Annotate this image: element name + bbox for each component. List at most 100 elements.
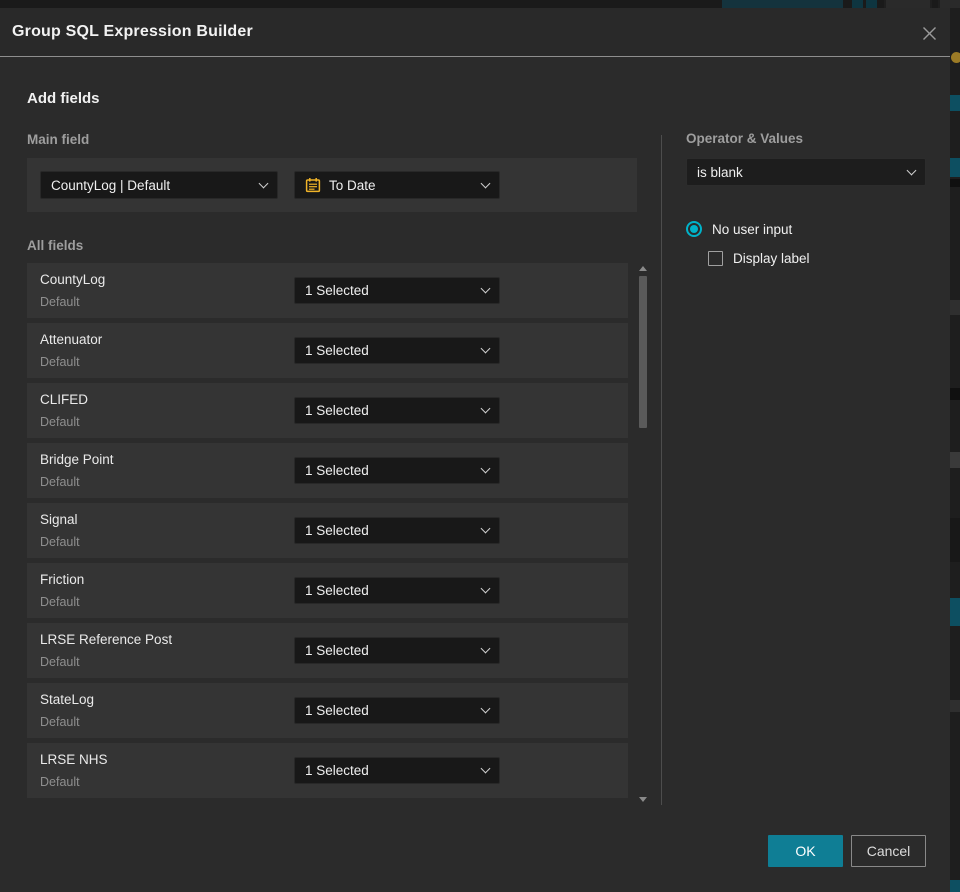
field-row: StateLog Default 1 Selected: [27, 683, 628, 738]
selected-count-label: 1 Selected: [305, 583, 369, 598]
selected-count-label: 1 Selected: [305, 763, 369, 778]
field-sublabel: Default: [40, 775, 80, 789]
calendar-icon: [305, 178, 321, 193]
chevron-down-icon: [480, 583, 491, 594]
column-divider: [661, 135, 662, 805]
field-sublabel: Default: [40, 655, 80, 669]
display-label-checkbox[interactable]: [708, 251, 723, 266]
background-fragment: [950, 179, 960, 187]
background-fragment: [950, 700, 960, 712]
field-selected-dropdown[interactable]: 1 Selected: [294, 457, 500, 484]
field-selected-dropdown[interactable]: 1 Selected: [294, 337, 500, 364]
dialog-title: Group SQL Expression Builder: [12, 23, 253, 40]
field-name: Signal: [40, 512, 78, 527]
field-row: CountyLog Default 1 Selected: [27, 263, 628, 318]
field-name: Bridge Point: [40, 452, 114, 467]
no-user-input-option[interactable]: No user input: [686, 221, 792, 237]
chevron-down-icon: [480, 463, 491, 474]
chevron-down-icon: [480, 343, 491, 354]
selected-count-label: 1 Selected: [305, 283, 369, 298]
field-name: CLIFED: [40, 392, 89, 407]
selected-count-label: 1 Selected: [305, 703, 369, 718]
field-row: Attenuator Default 1 Selected: [27, 323, 628, 378]
no-user-input-label: No user input: [712, 221, 793, 237]
scrollbar-thumb[interactable]: [639, 276, 647, 428]
operator-select[interactable]: is blank: [686, 158, 926, 186]
background-fragment: [950, 388, 960, 400]
field-name: Attenuator: [40, 332, 103, 347]
no-user-input-radio[interactable]: [686, 221, 702, 237]
live-view-label: Live view: [753, 0, 802, 1]
operator-values-label: Operator & Values: [686, 131, 804, 146]
background-fragment: [938, 0, 960, 8]
background-fragment: [866, 0, 877, 8]
field-sublabel: Default: [40, 715, 80, 729]
background-fragment: [884, 0, 932, 8]
field-sublabel: Default: [40, 595, 80, 609]
field-sublabel: Default: [40, 295, 80, 309]
main-field-panel: CountyLog | Default To Date: [27, 158, 637, 212]
field-name: LRSE NHS: [40, 752, 108, 767]
field-name: CountyLog: [40, 272, 106, 287]
field-sublabel: Default: [40, 475, 80, 489]
field-row: Friction Default 1 Selected: [27, 563, 628, 618]
background-fragment: [852, 0, 863, 8]
selected-count-label: 1 Selected: [305, 643, 369, 658]
chevron-down-icon: [906, 165, 917, 175]
field-row: CLIFED Default 1 Selected: [27, 383, 628, 438]
field-sublabel: Default: [40, 355, 80, 369]
field-selected-dropdown[interactable]: 1 Selected: [294, 637, 500, 664]
all-fields-label: All fields: [27, 238, 84, 253]
field-selected-dropdown[interactable]: 1 Selected: [294, 697, 500, 724]
main-field-value-select-value: To Date: [329, 177, 376, 193]
chevron-down-icon: [480, 523, 491, 534]
close-button[interactable]: [914, 18, 944, 48]
display-label-text: Display label: [733, 251, 810, 266]
chevron-down-icon: [480, 178, 491, 188]
display-label-option[interactable]: Display label: [708, 251, 810, 266]
close-icon: [922, 26, 936, 40]
field-name: LRSE Reference Post: [40, 632, 173, 647]
background-badge-dot: [951, 52, 960, 63]
all-fields-list: CountyLog Default 1 Selected Attenuator …: [27, 263, 628, 798]
field-row: Signal Default 1 Selected: [27, 503, 628, 558]
main-field-select[interactable]: CountyLog | Default: [40, 171, 278, 199]
scrollbar-down-arrow-icon[interactable]: [639, 797, 647, 802]
field-row: LRSE Reference Post Default 1 Selected: [27, 623, 628, 678]
chevron-down-icon: [480, 763, 491, 774]
live-view-button: Live view: [722, 0, 843, 8]
selected-count-label: 1 Selected: [305, 523, 369, 538]
field-name: StateLog: [40, 692, 95, 707]
cancel-button[interactable]: Cancel: [851, 835, 926, 867]
background-app-topbar: Live view: [0, 0, 960, 8]
main-field-value-select[interactable]: To Date: [294, 171, 500, 199]
main-field-label: Main field: [27, 132, 90, 147]
scrollbar-up-arrow-icon[interactable]: [639, 266, 647, 271]
field-selected-dropdown[interactable]: 1 Selected: [294, 757, 500, 784]
field-selected-dropdown[interactable]: 1 Selected: [294, 277, 500, 304]
background-fragment: [950, 452, 960, 468]
chevron-down-icon: [480, 643, 491, 654]
chevron-down-icon: [480, 283, 491, 294]
field-name: Friction: [40, 572, 85, 587]
field-row: LRSE NHS Default 1 Selected: [27, 743, 628, 798]
field-selected-dropdown[interactable]: 1 Selected: [294, 577, 500, 604]
background-fragment: [950, 598, 960, 626]
chevron-down-icon: [480, 703, 491, 714]
dialog-header: Group SQL Expression Builder: [0, 8, 950, 57]
ok-button[interactable]: OK: [768, 835, 843, 867]
main-field-select-value: CountyLog | Default: [51, 177, 171, 193]
chevron-down-icon: [258, 178, 269, 188]
selected-count-label: 1 Selected: [305, 463, 369, 478]
selected-count-label: 1 Selected: [305, 343, 369, 358]
background-fragment: [950, 158, 960, 177]
background-fragment: [950, 518, 960, 562]
background-fragment: [950, 880, 960, 892]
field-selected-dropdown[interactable]: 1 Selected: [294, 517, 500, 544]
group-sql-expression-builder-dialog: Group SQL Expression Builder Add fields …: [0, 8, 950, 892]
selected-count-label: 1 Selected: [305, 403, 369, 418]
field-selected-dropdown[interactable]: 1 Selected: [294, 397, 500, 424]
add-fields-heading: Add fields: [27, 90, 100, 107]
operator-select-value: is blank: [697, 164, 743, 180]
field-row: Bridge Point Default 1 Selected: [27, 443, 628, 498]
